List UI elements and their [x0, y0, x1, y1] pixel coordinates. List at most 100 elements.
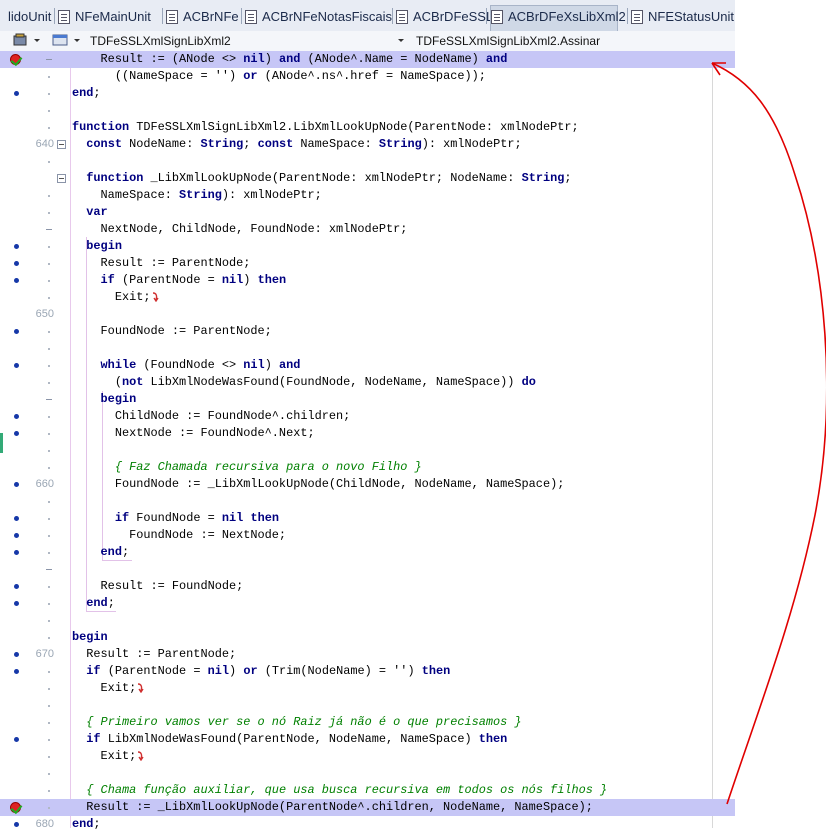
code-line[interactable]: FoundNode := NextNode;: [0, 527, 735, 544]
highlighted-code-line[interactable]: Result := _LibXmlLookUpNode(ParentNode^.…: [0, 799, 735, 816]
code-line[interactable]: FoundNode := ParentNode;: [0, 323, 735, 340]
code-line[interactable]: NextNode := FoundNode^.Next;: [0, 425, 735, 442]
keyword-token: end: [72, 817, 94, 831]
executable-line-marker[interactable]: [14, 244, 19, 249]
code-line[interactable]: if FoundNode = nil then: [0, 510, 735, 527]
fold-toggle-icon[interactable]: [57, 174, 66, 183]
code-line[interactable]: { Faz Chamada recursiva para o novo Filh…: [0, 459, 735, 476]
code-text: NextNode := FoundNode^.Next;: [72, 425, 315, 442]
breakpoint-icon[interactable]: [10, 802, 21, 813]
code-line[interactable]: Result := ParentNode;: [0, 255, 735, 272]
code-text: end;: [72, 595, 115, 612]
chevron-down-icon[interactable]: [72, 33, 82, 47]
tab-acbrdfexslibxml2[interactable]: ACBrDFeXsLibXml2: [490, 5, 626, 31]
tab-acbrnfe[interactable]: ACBrNFe: [166, 6, 239, 28]
executable-line-marker[interactable]: [14, 550, 19, 555]
code-line[interactable]: { Chama função auxiliar, que usa busca r…: [0, 782, 735, 799]
executable-line-marker[interactable]: [14, 414, 19, 419]
tab-acbrnfenotasfiscais[interactable]: ACBrNFeNotasFiscais: [245, 6, 392, 28]
executable-line-marker[interactable]: [14, 278, 19, 283]
gutter-tick: [48, 688, 50, 690]
code-line[interactable]: end;: [0, 544, 735, 561]
code-line[interactable]: Exit;: [0, 289, 735, 306]
executable-line-marker[interactable]: [14, 822, 19, 827]
executable-line-marker[interactable]: [14, 363, 19, 368]
code-line[interactable]: ChildNode := FoundNode^.children;: [0, 408, 735, 425]
code-line[interactable]: NextNode, ChildNode, FoundNode: xmlNodeP…: [0, 221, 735, 238]
highlighted-code-line[interactable]: Result := (ANode <> nil) and (ANode^.Nam…: [0, 51, 735, 68]
code-line[interactable]: [0, 493, 735, 510]
code-line[interactable]: Exit;: [0, 680, 735, 697]
class-selector-combo[interactable]: TDFeSSLXmlSignLibXml2: [90, 32, 406, 50]
code-line[interactable]: if (ParentNode = nil) or (Trim(NodeName)…: [0, 663, 735, 680]
executable-line-marker[interactable]: [14, 652, 19, 657]
code-token: FoundNode =: [129, 511, 222, 525]
code-text: const NodeName: String; const NameSpace:…: [72, 136, 521, 153]
tab-nfestatusunit[interactable]: NFEStatusUnit: [631, 6, 734, 28]
code-editor[interactable]: Result := (ANode <> nil) and (ANode^.Nam…: [0, 51, 735, 831]
code-line[interactable]: (not LibXmlNodeWasFound(FoundNode, NodeN…: [0, 374, 735, 391]
code-line[interactable]: 640 const NodeName: String; const NameSp…: [0, 136, 735, 153]
keyword-token: if: [86, 664, 101, 678]
code-text: (not LibXmlNodeWasFound(FoundNode, NodeN…: [72, 374, 536, 391]
code-line[interactable]: [0, 697, 735, 714]
code-line[interactable]: if (ParentNode = nil) then: [0, 272, 735, 289]
code-line[interactable]: begin: [0, 391, 735, 408]
code-line[interactable]: end;: [0, 595, 735, 612]
code-line[interactable]: [0, 612, 735, 629]
executable-line-marker[interactable]: [14, 431, 19, 436]
code-line[interactable]: { Primeiro vamos ver se o nó Raiz já não…: [0, 714, 735, 731]
code-line[interactable]: [0, 340, 735, 357]
code-line[interactable]: function _LibXmlLookUpNode(ParentNode: x…: [0, 170, 735, 187]
component-icon[interactable]: [12, 33, 28, 47]
code-line[interactable]: ((NameSpace = '') or (ANode^.ns^.href = …: [0, 68, 735, 85]
code-line[interactable]: [0, 442, 735, 459]
code-line[interactable]: end;: [0, 85, 735, 102]
keyword-token: not: [121, 375, 144, 389]
gutter-tick: [48, 501, 50, 503]
code-line[interactable]: var: [0, 204, 735, 221]
code-line[interactable]: Exit;: [0, 748, 735, 765]
executable-line-marker[interactable]: [14, 516, 19, 521]
code-line[interactable]: if LibXmlNodeWasFound(ParentNode, NodeNa…: [0, 731, 735, 748]
class-selector-value: TDFeSSLXmlSignLibXml2: [90, 34, 231, 48]
code-line[interactable]: function TDFeSSLXmlSignLibXml2.LibXmlLoo…: [0, 119, 735, 136]
chevron-down-icon[interactable]: [32, 33, 42, 47]
code-line[interactable]: Result := FoundNode;: [0, 578, 735, 595]
code-token: (ANode^.Name = NodeName): [300, 52, 486, 66]
executable-line-marker[interactable]: [14, 737, 19, 742]
executable-line-marker[interactable]: [14, 533, 19, 538]
tab-lidounit[interactable]: lidoUnit: [8, 6, 56, 28]
code-line[interactable]: [0, 153, 735, 170]
code-line[interactable]: begin: [0, 629, 735, 646]
tab-acbrdfessl[interactable]: ACBrDFeSSL: [396, 6, 493, 28]
code-line[interactable]: 680 end;: [0, 816, 735, 833]
code-line[interactable]: while (FoundNode <> nil) and: [0, 357, 735, 374]
keyword-token: if: [100, 273, 115, 287]
code-line[interactable]: [0, 102, 735, 119]
chevron-down-icon[interactable]: [396, 33, 406, 47]
executable-line-marker[interactable]: [14, 329, 19, 334]
code-line[interactable]: begin: [0, 238, 735, 255]
code-line[interactable]: 660 FoundNode := _LibXmlLookUpNode(Child…: [0, 476, 735, 493]
executable-line-marker[interactable]: [14, 91, 19, 96]
executable-line-marker[interactable]: [14, 601, 19, 606]
method-selector-combo[interactable]: TDFeSSLXmlSignLibXml2.Assinar: [416, 32, 726, 50]
executable-line-marker[interactable]: [14, 482, 19, 487]
executable-line-marker[interactable]: [14, 584, 19, 589]
code-line[interactable]: [0, 765, 735, 782]
code-text: var: [72, 204, 107, 221]
code-line[interactable]: 650: [0, 306, 735, 323]
fold-toggle-icon[interactable]: [57, 140, 66, 149]
breakpoint-icon[interactable]: [10, 54, 21, 65]
comment-token: { Chama função auxiliar, que usa busca r…: [86, 783, 608, 797]
code-line[interactable]: [0, 561, 735, 578]
code-line[interactable]: NameSpace: String): xmlNodePtr;: [0, 187, 735, 204]
code-token: FoundNode := _LibXmlLookUpNode(ChildNode…: [72, 477, 565, 491]
executable-line-marker[interactable]: [14, 669, 19, 674]
code-line[interactable]: 670 Result := ParentNode;: [0, 646, 735, 663]
tab-nfemainunit[interactable]: NFeMainUnit: [58, 6, 158, 28]
layout-icon[interactable]: [52, 33, 68, 47]
executable-line-marker[interactable]: [14, 261, 19, 266]
gutter-tick: [48, 603, 50, 605]
